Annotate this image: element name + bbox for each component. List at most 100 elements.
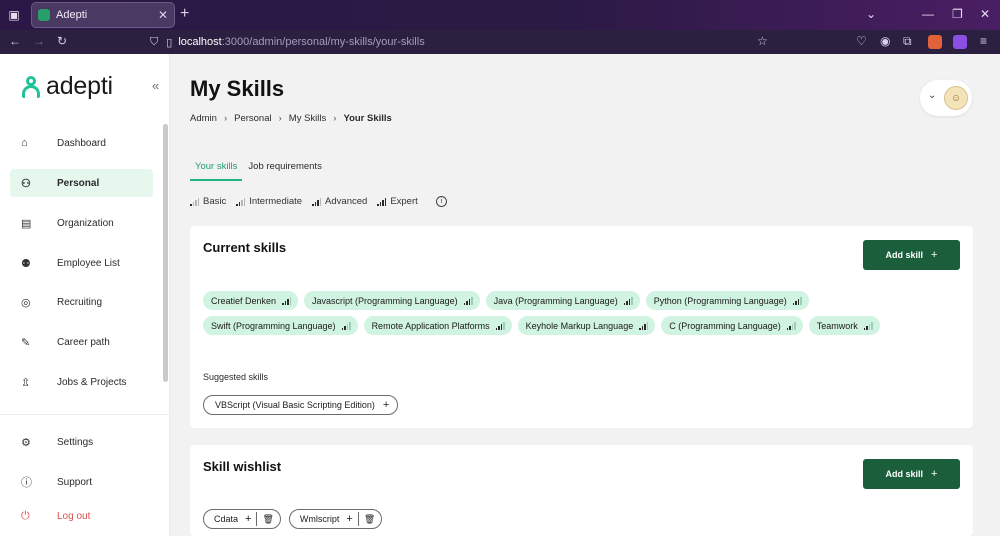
pocket-icon[interactable]: ♡	[856, 34, 867, 48]
sidebar-item-career-path[interactable]: ✎ Career path	[10, 328, 153, 356]
briefcase-icon: ▤	[21, 217, 32, 230]
legend-label: Advanced	[325, 196, 368, 207]
level-bars-icon	[282, 296, 292, 305]
logo-icon	[22, 75, 40, 98]
info-icon[interactable]: i	[435, 196, 447, 207]
wishlist-skill-name: Wmlscript	[299, 514, 340, 524]
user-menu[interactable]: ⌄ ☺	[920, 80, 972, 116]
pencil-icon: ✎	[21, 336, 31, 349]
level-bars-icon	[639, 321, 649, 330]
breadcrumb-chevron-icon: ›	[223, 113, 228, 124]
suggested-skill-name: VBScript (Visual Basic Scripting Edition…	[215, 400, 375, 410]
shield-icon: ⛉	[150, 35, 159, 48]
skill-chip[interactable]: Teamwork	[808, 316, 880, 335]
logo[interactable]: adepti	[22, 72, 113, 101]
sidebar-item-dashboard[interactable]: ⌂ Dashboard	[10, 129, 153, 157]
sidebar-item-organization[interactable]: ▤ Organization	[10, 209, 153, 237]
sidebar-item-recruiting[interactable]: ◎ Recruiting	[10, 288, 153, 316]
page-icon: ▯	[166, 36, 173, 49]
skill-name: C (Programming Language)	[669, 320, 781, 331]
close-tab-icon[interactable]: ✕	[158, 8, 168, 22]
extension-purple-icon[interactable]	[953, 35, 967, 49]
sidebar-item-employee-list[interactable]: ⚉ Employee List	[10, 249, 153, 277]
legend-label: Intermediate	[249, 196, 303, 207]
collapse-sidebar-icon[interactable]: «	[152, 78, 159, 93]
plus-icon: +	[931, 249, 938, 261]
sidebar-item-personal[interactable]: ⚇ Personal	[10, 169, 153, 197]
legend-label: Basic	[203, 196, 227, 207]
level-bars-icon	[236, 197, 246, 206]
add-wishlist-skill-button[interactable]: Add skill +	[863, 459, 960, 489]
breadcrumb-personal[interactable]: Personal	[234, 113, 272, 124]
skill-chip[interactable]: Java (Programming Language)	[485, 291, 640, 310]
suggested-skill-chip[interactable]: VBScript (Visual Basic Scripting Edition…	[203, 395, 399, 415]
sidebar-scrollbar[interactable]	[163, 124, 168, 382]
reload-icon[interactable]: ↻	[57, 34, 67, 48]
main-content: My Skills Admin › Personal › My Skills ›…	[170, 54, 1000, 536]
sidebar-item-label: Support	[57, 476, 93, 488]
menu-icon[interactable]: ≡	[980, 34, 987, 48]
trash-icon[interactable]: 🗑	[262, 514, 273, 525]
extensions-icon[interactable]: ⧉	[903, 34, 912, 49]
tab-overview-icon[interactable]: ▣	[2, 3, 26, 27]
sidebar: adepti « ⌂ Dashboard ⚇ Personal ▤ Organi…	[0, 54, 170, 536]
plus-icon[interactable]: +	[245, 513, 251, 525]
url-host: localhost	[178, 36, 222, 48]
sidebar-item-label: Organization	[57, 217, 114, 229]
restore-icon[interactable]: ❐	[952, 7, 963, 21]
skill-chip[interactable]: Python (Programming Language)	[645, 291, 809, 310]
breadcrumb-chevron-icon: ›	[278, 113, 282, 124]
skill-level-legend: Basic Intermediate Advanced Expert i	[190, 196, 447, 207]
skill-chip[interactable]: Creatief Denken	[203, 291, 299, 310]
browser-tab-bar: ▣ Adepti ✕ + ⌄ — ❐ ✕	[0, 0, 1000, 30]
sidebar-item-support[interactable]: ⓘ Support	[10, 468, 153, 496]
skill-chip[interactable]: C (Programming Language)	[661, 316, 803, 335]
tab-job-requirements[interactable]: Job requirements	[243, 158, 326, 181]
account-icon[interactable]: ◉	[880, 34, 890, 48]
current-skills-list: Creatief Denken Javascript (Programming L…	[203, 291, 923, 341]
extension-fox-icon[interactable]	[928, 35, 942, 49]
skill-chip[interactable]: Remote Application Platforms	[363, 316, 512, 335]
bookmark-star-icon[interactable]: ☆	[757, 34, 768, 48]
breadcrumb-admin[interactable]: Admin	[190, 113, 217, 124]
chip-divider	[256, 512, 258, 526]
forward-icon[interactable]: →	[33, 34, 45, 48]
window-close-icon[interactable]: ✕	[980, 7, 990, 21]
back-icon[interactable]: ←	[9, 34, 21, 48]
browser-tab[interactable]: Adepti ✕	[31, 2, 175, 28]
breadcrumb: Admin › Personal › My Skills › Your Skil…	[190, 113, 392, 124]
skill-name: Javascript (Programming Language)	[312, 295, 458, 306]
sidebar-divider	[0, 414, 170, 415]
sidebar-item-settings[interactable]: ⚙ Settings	[10, 428, 153, 456]
breadcrumb-chevron-icon: ›	[333, 113, 337, 124]
skill-chip[interactable]: Javascript (Programming Language)	[304, 291, 480, 310]
sidebar-item-jobs-projects[interactable]: ⇫ Jobs & Projects	[10, 368, 153, 396]
tab-list-icon[interactable]: ⌄	[866, 7, 876, 21]
info-icon: ⓘ	[21, 477, 32, 489]
level-bars-icon	[786, 321, 797, 330]
url-bar[interactable]: ⛉ ▯ localhost:3000/admin/personal/my-ski…	[150, 32, 780, 52]
url-path: :3000/admin/personal/my-skills/your-skil…	[221, 36, 425, 48]
chip-divider	[357, 512, 359, 526]
sidebar-item-label: Settings	[57, 436, 94, 448]
sidebar-item-label: Career path	[57, 336, 110, 348]
sidebar-item-logout[interactable]: ⏻ Log out	[10, 502, 153, 530]
legend-expert: Expert	[377, 196, 418, 207]
plus-icon[interactable]: +	[346, 513, 352, 525]
add-skill-button[interactable]: Add skill +	[863, 240, 960, 270]
wishlist-chip: Cdata + 🗑	[203, 509, 281, 529]
minimize-icon[interactable]: —	[922, 7, 934, 21]
sidebar-item-label: Dashboard	[57, 137, 106, 149]
level-bars-icon	[792, 296, 803, 305]
plus-icon[interactable]: +	[383, 399, 389, 411]
new-tab-icon[interactable]: +	[180, 5, 189, 23]
plus-icon: +	[931, 468, 938, 480]
trash-icon[interactable]: 🗑	[364, 514, 375, 525]
skill-chip[interactable]: Keyhole Markup Language	[517, 316, 656, 335]
skill-name: Java (Programming Language)	[493, 295, 618, 306]
wishlist-skill-name: Cdata	[214, 514, 239, 524]
skill-chip[interactable]: Swift (Programming Language)	[203, 316, 358, 335]
tab-title: Adepti	[56, 9, 88, 21]
breadcrumb-my-skills[interactable]: My Skills	[289, 113, 326, 124]
tab-your-skills[interactable]: Your skills	[190, 158, 243, 181]
